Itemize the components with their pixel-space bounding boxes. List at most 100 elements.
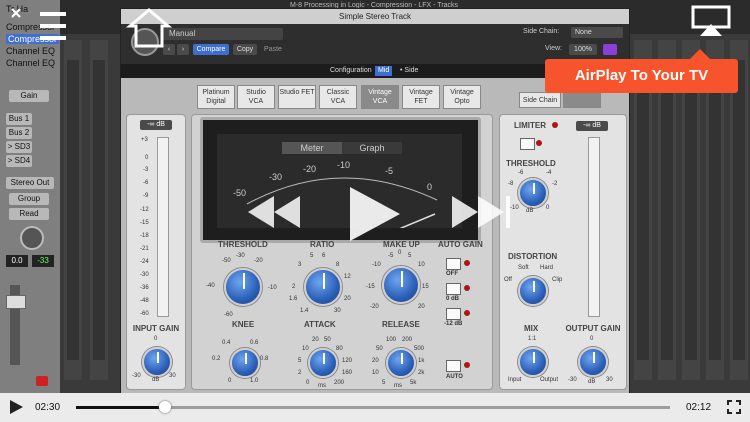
- auto-gain-12db-led: [464, 310, 470, 316]
- attack-scale: 160: [342, 370, 353, 376]
- inspector-panel: Tr Ha Compressor Compressor Channel EQ C…: [0, 0, 60, 393]
- compare-button[interactable]: Compare: [193, 44, 229, 55]
- auto-gain-off-toggle[interactable]: [446, 258, 461, 270]
- output-gain-knob[interactable]: [578, 347, 608, 377]
- close-icon[interactable]: [8, 6, 30, 18]
- release-unit: ms: [394, 383, 402, 389]
- auto-gain-0db-label: 0 dB: [446, 296, 460, 302]
- preset-menu[interactable]: Manual: [163, 28, 283, 40]
- attack-knob[interactable]: [308, 348, 338, 378]
- input-scale-tick: -18: [140, 233, 149, 239]
- progress-scrubber[interactable]: [159, 401, 171, 413]
- mode-configuration[interactable]: Configuration: [327, 66, 375, 76]
- side-chain-toggle[interactable]: [563, 92, 601, 108]
- auto-gain-12db-toggle[interactable]: [446, 308, 461, 320]
- threshold-scale: -20: [254, 258, 263, 264]
- makeup-scale: 0: [398, 250, 402, 256]
- release-knob[interactable]: [386, 348, 416, 378]
- output-gain-label: OUTPUT GAIN: [565, 324, 621, 333]
- menu-icon[interactable]: [38, 8, 68, 48]
- ratio-scale: 30: [334, 308, 341, 314]
- output-button[interactable]: Stereo Out: [6, 177, 54, 189]
- limiter-threshold-knob[interactable]: [518, 178, 548, 208]
- paste-button[interactable]: Paste: [261, 44, 285, 55]
- auto-release-led: [464, 362, 470, 368]
- knee-scale: 1.0: [250, 378, 259, 384]
- mix-scale: Output: [540, 377, 559, 383]
- ratio-scale: 2: [292, 284, 296, 290]
- auto-gain-0db-led: [464, 285, 470, 291]
- play-button-icon[interactable]: [8, 399, 24, 415]
- send-sd3[interactable]: > SD3: [6, 141, 32, 153]
- limiter-led: [552, 122, 558, 128]
- mix-knob[interactable]: [518, 347, 548, 377]
- release-scale: 200: [402, 337, 413, 343]
- makeup-knob[interactable]: [382, 266, 420, 304]
- input-meter: [157, 137, 169, 317]
- automation-mode[interactable]: Read: [9, 208, 49, 220]
- type-studio-vca[interactable]: Studio VCA: [237, 85, 275, 109]
- send-bus2[interactable]: Bus 2: [6, 127, 32, 139]
- makeup-scale: -5: [388, 253, 394, 259]
- threshold-label: THRESHOLD: [218, 240, 268, 249]
- side-chain-button[interactable]: Side Chain: [519, 92, 561, 108]
- view-label: View:: [545, 45, 562, 52]
- fast-forward-icon[interactable]: [448, 192, 514, 232]
- attack-scale: 50: [324, 337, 331, 343]
- ratio-label: RATIO: [310, 240, 335, 249]
- gain-button[interactable]: Gain: [9, 90, 49, 102]
- auto-release-toggle[interactable]: [446, 360, 461, 372]
- home-icon[interactable]: [125, 6, 173, 52]
- ratio-scale: 1.4: [300, 308, 309, 314]
- play-icon[interactable]: [344, 183, 404, 245]
- knee-knob[interactable]: [230, 348, 260, 378]
- input-gain-knob[interactable]: [142, 347, 172, 377]
- input-scale-tick: -12: [140, 207, 149, 213]
- rewind-icon[interactable]: [244, 192, 304, 232]
- attack-scale: 0: [306, 380, 310, 386]
- input-panel: -∞ dB +3 0 -3 -6 -9 -12 -15 -18 -21 -24 …: [126, 114, 186, 390]
- send-sd4[interactable]: > SD4: [6, 155, 32, 167]
- ratio-scale: 1.6: [289, 296, 298, 302]
- ratio-scale: 6: [322, 253, 326, 259]
- limiter-toggle[interactable]: [520, 138, 535, 150]
- fullscreen-icon[interactable]: [726, 399, 742, 415]
- type-vintage-opto[interactable]: Vintage Opto: [443, 85, 481, 109]
- type-vintage-vca[interactable]: Vintage VCA: [361, 85, 399, 109]
- attack-scale: 20: [312, 337, 319, 343]
- input-scale-tick: -60: [140, 311, 149, 317]
- input-scale-tick: -9: [143, 193, 149, 199]
- side-chain-menu[interactable]: None: [571, 27, 623, 38]
- view-menu[interactable]: 100%: [569, 44, 597, 55]
- plugin-slot[interactable]: Channel EQ: [6, 58, 55, 68]
- input-scale-tick: -3: [143, 167, 149, 173]
- release-scale: 5: [382, 380, 386, 386]
- input-meter-readout: -∞ dB: [140, 120, 172, 130]
- type-classic-vca[interactable]: Classic VCA: [319, 85, 357, 109]
- airplay-banner[interactable]: AirPlay To Your TV: [545, 59, 738, 93]
- plugin-header: Manual ‹ › Compare Copy Paste Side Chain…: [121, 24, 629, 64]
- type-vintage-fet[interactable]: Vintage FET: [402, 85, 440, 109]
- copy-button[interactable]: Copy: [233, 44, 257, 55]
- threshold-knob[interactable]: [224, 268, 262, 306]
- input-gain-scale: -30: [132, 373, 141, 379]
- mode-side[interactable]: • Side: [397, 66, 421, 76]
- input-scale-tick: 0: [145, 155, 149, 161]
- group-button[interactable]: Group: [9, 193, 49, 205]
- ratio-knob[interactable]: [304, 268, 342, 306]
- send-bus1[interactable]: Bus 1: [6, 113, 32, 125]
- input-scale-tick: +3: [141, 137, 148, 143]
- next-preset-button[interactable]: ›: [177, 44, 189, 55]
- screen-mirror-icon[interactable]: [690, 4, 732, 38]
- ratio-scale: 12: [344, 274, 351, 280]
- output-meter-readout: -∞ dB: [576, 121, 608, 131]
- type-studio-fet[interactable]: Studio FET: [278, 85, 316, 109]
- auto-gain-0db-toggle[interactable]: [446, 283, 461, 295]
- pan-knob[interactable]: [20, 226, 44, 250]
- record-button[interactable]: [36, 376, 48, 386]
- volume-fader[interactable]: [6, 295, 26, 309]
- link-icon[interactable]: [603, 44, 617, 55]
- type-platinum-digital[interactable]: Platinum Digital: [197, 85, 235, 109]
- distortion-knob[interactable]: [518, 276, 548, 306]
- mode-mid[interactable]: Mid: [375, 66, 393, 76]
